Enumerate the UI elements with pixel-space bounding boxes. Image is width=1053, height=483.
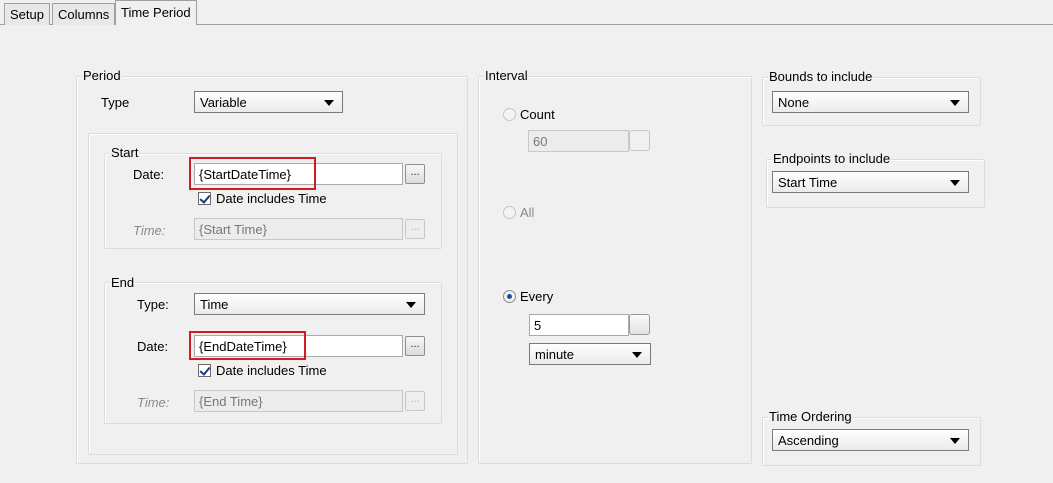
start-group-title: Start <box>110 145 140 160</box>
period-type-value: Variable <box>200 95 247 110</box>
start-time-browse-button[interactable]: ... <box>405 219 425 239</box>
end-group-title: End <box>110 275 136 290</box>
end-time-browse-button[interactable]: ... <box>405 391 425 411</box>
every-input[interactable] <box>529 314 629 336</box>
interval-group-title: Interval <box>484 68 529 83</box>
chevron-down-icon <box>324 100 334 106</box>
end-type-label: Type: <box>137 297 169 312</box>
end-date-browse-button[interactable]: ... <box>405 336 425 356</box>
end-time-label: Time: <box>137 395 170 410</box>
every-spin-button[interactable] <box>629 314 650 335</box>
bounds-value: None <box>778 95 810 110</box>
ordering-value: Ascending <box>778 433 839 448</box>
start-date-includes-time-checkbox[interactable] <box>198 192 211 205</box>
bounds-group-title: Bounds to include <box>768 69 874 84</box>
end-date-label: Date: <box>137 339 169 354</box>
period-type-label: Type <box>101 95 130 110</box>
chevron-down-icon <box>632 352 642 358</box>
start-time-label: Time: <box>133 223 166 238</box>
tab-columns[interactable]: Columns <box>52 3 116 25</box>
every-unit-dropdown[interactable]: minute <box>529 343 651 365</box>
chevron-down-icon <box>950 438 960 444</box>
endpoints-group-title: Endpoints to include <box>772 151 892 166</box>
end-date-includes-time-label: Date includes Time <box>216 363 327 378</box>
chevron-down-icon <box>950 180 960 186</box>
ordering-dropdown[interactable]: Ascending <box>772 429 969 451</box>
all-radio[interactable] <box>503 206 516 219</box>
tab-setup[interactable]: Setup <box>4 3 50 25</box>
tab-time-period[interactable]: Time Period <box>115 0 197 25</box>
bounds-dropdown[interactable]: None <box>772 91 969 113</box>
end-date-includes-time-checkbox[interactable] <box>198 364 211 377</box>
end-time-input[interactable] <box>194 390 403 412</box>
all-label: All <box>520 205 535 220</box>
count-input[interactable] <box>528 130 629 152</box>
end-type-dropdown[interactable]: Time <box>194 293 425 315</box>
start-date-includes-time-label: Date includes Time <box>216 191 327 206</box>
count-label: Count <box>520 107 555 122</box>
chevron-down-icon <box>406 302 416 308</box>
end-type-value: Time <box>200 297 229 312</box>
endpoints-dropdown[interactable]: Start Time <box>772 171 969 193</box>
every-unit-value: minute <box>535 347 575 362</box>
period-type-dropdown[interactable]: Variable <box>194 91 343 113</box>
start-date-label: Date: <box>133 167 165 182</box>
count-radio[interactable] <box>503 108 516 121</box>
endpoints-value: Start Time <box>778 175 838 190</box>
every-radio[interactable] <box>503 290 516 303</box>
start-date-highlight <box>189 157 316 190</box>
chevron-down-icon <box>950 100 960 106</box>
start-time-input[interactable] <box>194 218 403 240</box>
every-label: Every <box>520 289 554 304</box>
ordering-group-title: Time Ordering <box>768 409 853 424</box>
tab-strip: Setup Columns Time Period <box>0 0 1053 25</box>
count-spin-button[interactable] <box>629 130 650 151</box>
period-group-title: Period <box>82 68 122 83</box>
end-date-highlight <box>189 331 306 360</box>
start-date-browse-button[interactable]: ... <box>405 164 425 184</box>
